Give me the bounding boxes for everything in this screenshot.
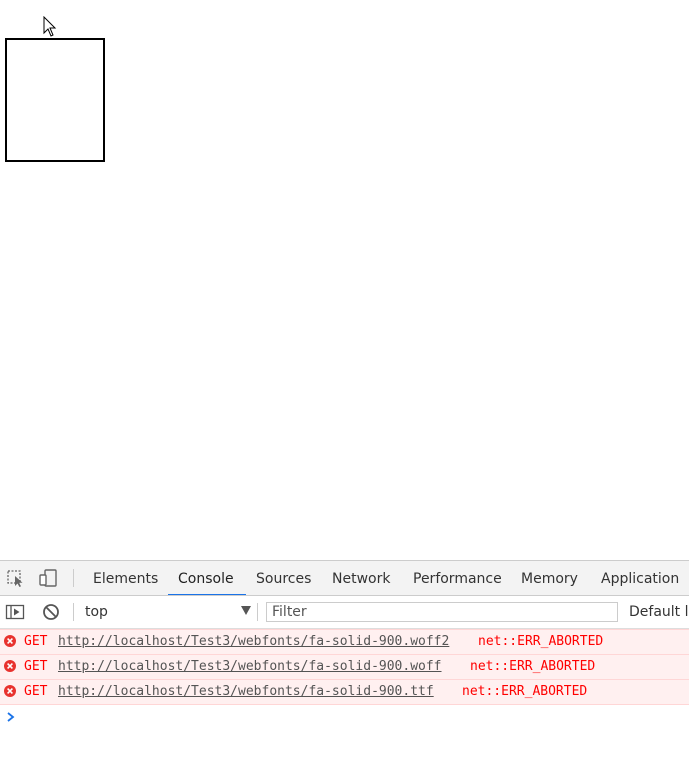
toolbar-separator (257, 603, 258, 621)
error-icon (4, 685, 16, 697)
tab-memory[interactable]: Memory (521, 561, 578, 595)
clear-console-icon[interactable] (41, 602, 61, 622)
request-method: GET (24, 684, 48, 699)
error-text: net::ERR_ABORTED (478, 634, 604, 649)
error-icon (4, 660, 16, 672)
devtools-tabbar: Elements Console Sources Network Perform… (0, 561, 689, 596)
browser-page: Elements Console Sources Network Perform… (0, 0, 689, 765)
tab-console[interactable]: Console (168, 561, 246, 595)
console-messages: GET http://localhost/Test3/webfonts/fa-s… (0, 629, 689, 705)
console-error-message: GET http://localhost/Test3/webfonts/fa-s… (0, 654, 689, 679)
tab-sources[interactable]: Sources (256, 561, 311, 595)
console-error-message: GET http://localhost/Test3/webfonts/fa-s… (0, 679, 689, 705)
request-url-link[interactable]: http://localhost/Test3/webfonts/fa-solid… (58, 634, 449, 649)
request-url-link[interactable]: http://localhost/Test3/webfonts/fa-solid… (58, 659, 442, 674)
tab-application[interactable]: Application (601, 561, 679, 595)
empty-box (5, 38, 105, 162)
show-sidebar-icon[interactable] (5, 602, 25, 622)
devtools-panel: Elements Console Sources Network Perform… (0, 560, 689, 765)
error-text: net::ERR_ABORTED (470, 659, 596, 674)
toolbar-separator (73, 603, 74, 621)
device-toggle-icon[interactable] (38, 568, 58, 588)
context-selector[interactable]: top (79, 602, 255, 622)
mouse-cursor-icon (43, 16, 57, 37)
context-selector-value: top (85, 604, 108, 620)
error-icon (4, 635, 16, 647)
request-method: GET (24, 659, 48, 674)
request-method: GET (24, 634, 48, 649)
request-url-link[interactable]: http://localhost/Test3/webfonts/fa-solid… (58, 684, 434, 699)
error-text: net::ERR_ABORTED (462, 684, 588, 699)
log-levels-dropdown[interactable]: Default levels (629, 602, 689, 622)
console-error-message: GET http://localhost/Test3/webfonts/fa-s… (0, 629, 689, 654)
console-toolbar: top Default levels (0, 596, 689, 629)
tab-network[interactable]: Network (332, 561, 390, 595)
console-prompt-chevron-icon[interactable] (6, 711, 16, 723)
toolbar-separator (73, 569, 74, 587)
inspect-element-icon[interactable] (6, 568, 26, 588)
filter-input[interactable] (266, 602, 618, 622)
tab-performance[interactable]: Performance (413, 561, 502, 595)
tab-elements[interactable]: Elements (93, 561, 158, 595)
caret-down-icon (241, 606, 251, 615)
